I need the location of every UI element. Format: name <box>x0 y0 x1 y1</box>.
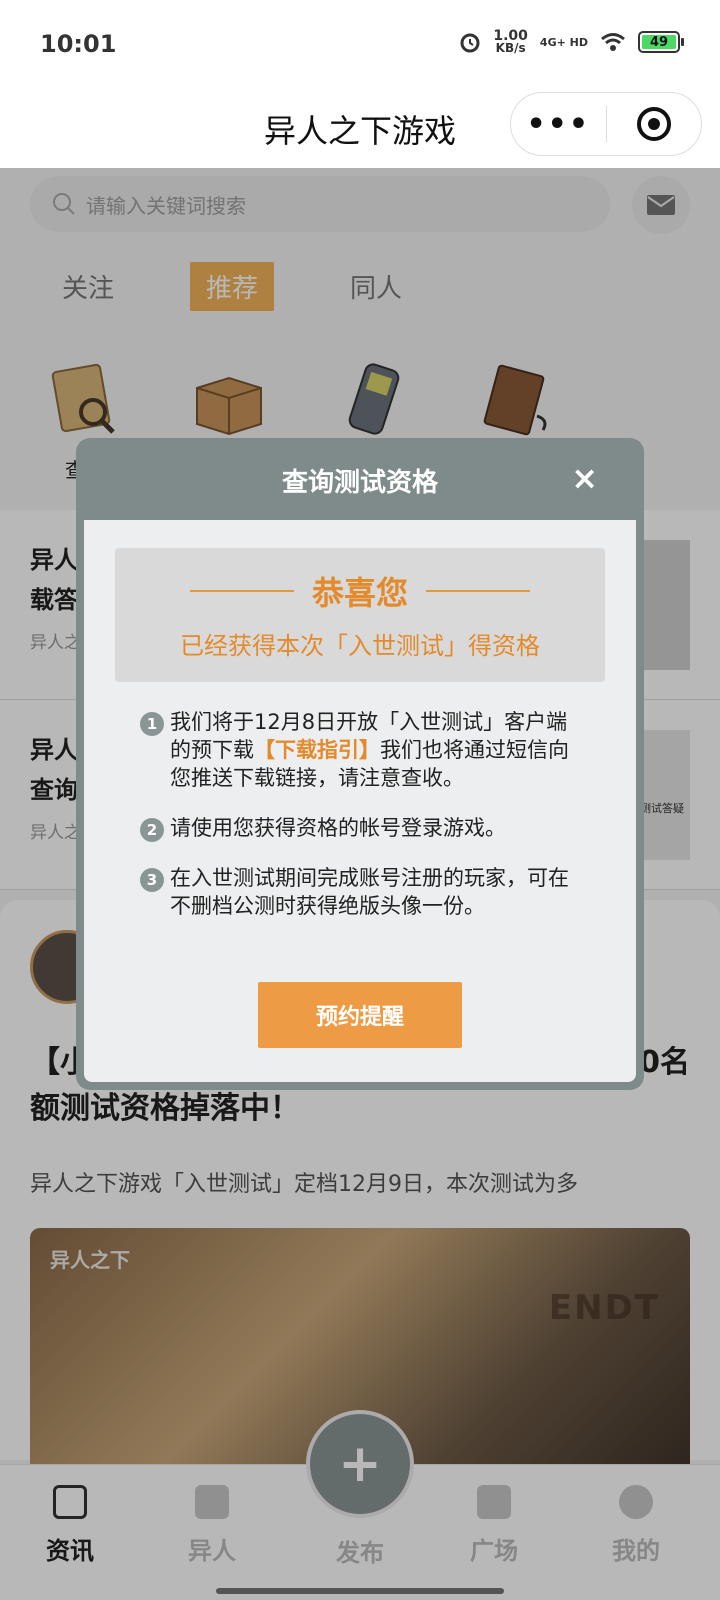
status-bar: 10:01 1.00 KB/s 4G+ HD 49 <box>0 0 720 80</box>
battery-icon: 49 <box>638 31 684 53</box>
more-menu-button[interactable]: ••• <box>511 107 606 142</box>
title-bar: 异人之下游戏 ••• <box>0 80 720 168</box>
congrats-subtitle: 已经获得本次「入世测试」得资格 <box>180 632 540 660</box>
close-icon[interactable]: × <box>571 458 598 498</box>
decor-line <box>426 590 530 592</box>
step-number: 3 <box>140 868 164 892</box>
steps-list: 1 我们将于12月8日开放「入世测试」客户端的预下载【下载指引】我们也将通过短信… <box>140 708 580 920</box>
step-item: 2 请使用您获得资格的帐号登录游戏。 <box>140 814 580 842</box>
decor-line <box>189 590 294 592</box>
congrats-banner: 恭喜您 已经获得本次「入世测试」得资格 <box>115 548 605 682</box>
home-indicator[interactable] <box>216 1588 504 1594</box>
net-speed: 1.00 KB/s <box>493 28 528 55</box>
target-icon <box>636 107 671 141</box>
network-type: 4G+ HD <box>539 35 588 49</box>
step-text: 请使用您获得资格的帐号登录游戏。 <box>170 816 506 840</box>
step-number: 1 <box>140 712 164 736</box>
modal-title: 查询测试资格 <box>281 468 438 498</box>
download-guide-link[interactable]: 【下载指引】 <box>254 738 380 762</box>
status-time: 10:01 <box>40 30 117 58</box>
alarm-icon <box>460 33 480 53</box>
mini-program-capsule: ••• <box>510 92 702 156</box>
wifi-icon <box>601 33 625 51</box>
modal-body: 恭喜您 已经获得本次「入世测试」得资格 1 我们将于12月8日开放「入世测试」客… <box>84 520 636 1082</box>
step-number: 2 <box>140 818 164 842</box>
status-icons: 1.00 KB/s 4G+ HD 49 <box>459 28 684 55</box>
congrats-title: 恭喜您 <box>311 574 408 612</box>
step-text: 我们将于12月8日开放「入世测试」客户端的预下载【下载指引】我们也将通过短信向您… <box>170 710 569 790</box>
step-item: 1 我们将于12月8日开放「入世测试」客户端的预下载【下载指引】我们也将通过短信… <box>140 708 580 792</box>
step-item: 3 在入世测试期间完成账号注册的玩家，可在不删档公测时获得绝版头像一份。 <box>140 864 580 920</box>
step-text: 在入世测试期间完成账号注册的玩家，可在不删档公测时获得绝版头像一份。 <box>170 866 569 918</box>
modal-header: 查询测试资格 × <box>84 438 636 520</box>
reserve-reminder-button[interactable]: 预约提醒 <box>258 982 462 1048</box>
qualification-modal: 查询测试资格 × 恭喜您 已经获得本次「入世测试」得资格 1 我们将于12月8日… <box>76 438 644 1090</box>
close-program-button[interactable] <box>606 107 701 141</box>
